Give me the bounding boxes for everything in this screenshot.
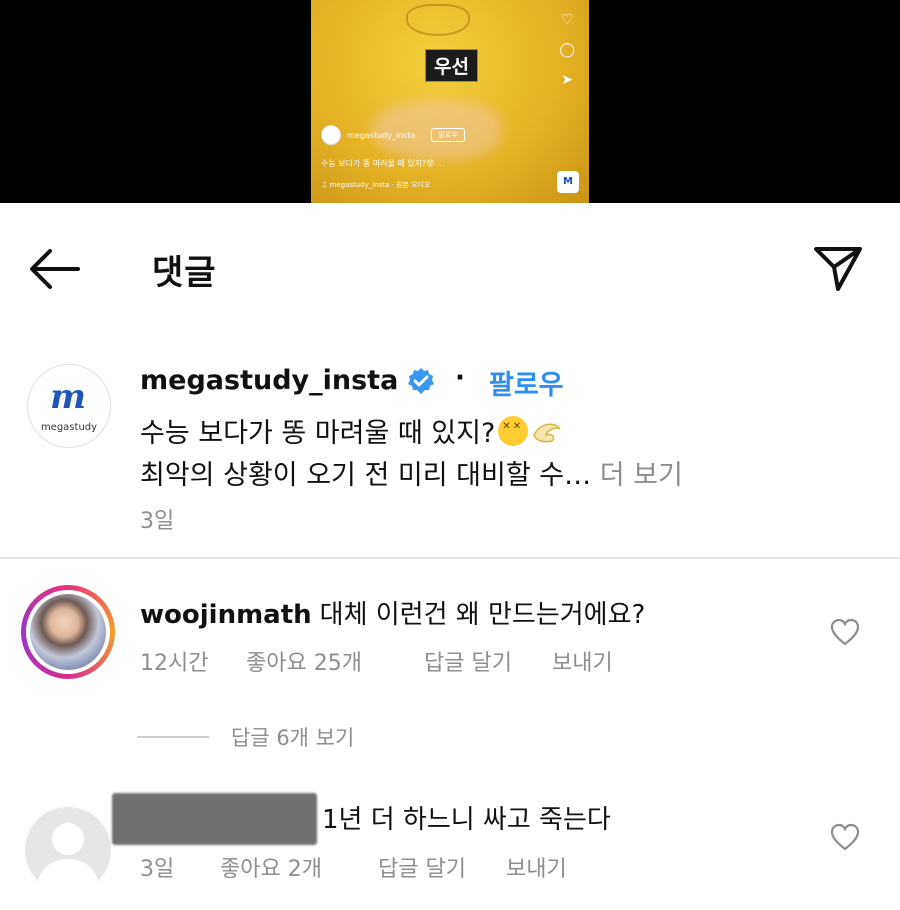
video-subtitle: 우선: [425, 49, 478, 82]
comment-time: 3일: [140, 857, 175, 882]
verified-badge-icon: [408, 368, 434, 394]
video-side-actions: ♡ ◯ ➤: [559, 12, 575, 88]
dash-emoji-icon: [533, 423, 561, 443]
caption-line-1: 수능 보다가 똥 마려울 때 있지?: [140, 411, 564, 450]
comment-item: 1년 더 하느니 싸고 죽는다 3일 좋아요 2개 답글 달기 보내기: [0, 785, 900, 895]
video-audio-label: ♫ megastudy_insta · 원본 오디오: [321, 181, 431, 189]
video-username: megastudy_insta: [347, 130, 416, 140]
avatar-photo: [30, 594, 106, 670]
comment-username[interactable]: woojinmath: [140, 600, 312, 630]
redacted-username: [112, 793, 317, 845]
divider: [0, 557, 900, 559]
comments-header: 댓글: [0, 203, 900, 323]
see-more-link[interactable]: 더 보기: [600, 460, 683, 491]
caption-timestamp: 3일: [140, 509, 175, 534]
avatar-ring-inner: [26, 590, 110, 674]
megastudy-logo-icon: m: [50, 377, 86, 417]
view-replies-label: 답글 6개 보기: [231, 726, 355, 750]
heart-icon[interactable]: [830, 823, 860, 851]
avatar: [321, 125, 341, 145]
comment-likes[interactable]: 좋아요 25개: [246, 645, 424, 677]
paper-plane-icon[interactable]: [812, 243, 864, 295]
reels-badge: M: [557, 171, 579, 193]
comment-icon[interactable]: ◯: [559, 42, 575, 58]
video-description: 수능 보다가 똥 마려울 때 있지?😵 ...: [321, 159, 445, 168]
comment-text: woojinmath 대체 이런건 왜 만드는거에요?: [140, 594, 645, 631]
send-icon[interactable]: ➤: [561, 72, 573, 88]
caption-post: m megastudy megastudy_insta · 팔로우 수능 보다가…: [0, 345, 900, 555]
reply-button[interactable]: 답글 달기: [378, 851, 506, 883]
send-button[interactable]: 보내기: [552, 645, 613, 677]
caption-line-2: 최악의 상황이 오기 전 미리 대비할 수… 더 보기: [140, 453, 683, 492]
avatar[interactable]: [25, 807, 111, 893]
video-follow-button[interactable]: 팔로우: [431, 128, 465, 142]
avatar[interactable]: m megastudy: [27, 364, 111, 448]
heart-icon[interactable]: ♡: [561, 12, 574, 28]
comment-likes[interactable]: 좋아요 2개: [220, 851, 378, 883]
comment-text: 1년 더 하느니 싸고 죽는다: [322, 799, 611, 836]
caption-text-1: 수능 보다가 똥 마려울 때 있지?: [140, 418, 496, 449]
follow-button[interactable]: 팔로우: [489, 363, 564, 402]
send-button[interactable]: 보내기: [506, 851, 567, 883]
video-user-row: megastudy_insta 팔로우: [321, 125, 465, 145]
heart-icon[interactable]: [830, 618, 860, 646]
view-replies-button[interactable]: 답글 6개 보기: [137, 722, 354, 752]
dizzy-face-emoji-icon: [498, 416, 529, 446]
separator-dot: ·: [455, 363, 465, 393]
comment-body: 1년 더 하느니 싸고 죽는다: [322, 805, 611, 835]
comment-time: 12시간: [140, 651, 209, 676]
comment-body: 대체 이런건 왜 만드는거에요?: [319, 600, 646, 630]
comment-item: woojinmath 대체 이런건 왜 만드는거에요? 12시간 좋아요 25개 …: [0, 580, 900, 690]
logo-text: megastudy: [40, 422, 98, 433]
shirt-logo-graphic: [406, 4, 470, 36]
comment-meta: 3일 좋아요 2개 답글 달기 보내기: [140, 851, 567, 883]
default-avatar-head: [52, 823, 84, 855]
avatar[interactable]: [21, 585, 115, 679]
reply-button[interactable]: 답글 달기: [424, 645, 552, 677]
page-title: 댓글: [152, 253, 217, 293]
caption-text-2: 최악의 상황이 오기 전 미리 대비할 수…: [140, 460, 592, 491]
arrow-left-icon[interactable]: [28, 247, 80, 291]
comment-meta: 12시간 좋아요 25개 답글 달기 보내기: [140, 645, 613, 677]
caption-username[interactable]: megastudy_insta: [140, 365, 398, 396]
default-avatar-body: [38, 859, 98, 893]
video-thumbnail[interactable]: 우선 ♡ ◯ ➤ megastudy_insta 팔로우 수능 보다가 똥 마려…: [311, 0, 589, 203]
video-preview-strip: 우선 ♡ ◯ ➤ megastudy_insta 팔로우 수능 보다가 똥 마려…: [0, 0, 900, 203]
replies-divider-line: [137, 736, 209, 738]
